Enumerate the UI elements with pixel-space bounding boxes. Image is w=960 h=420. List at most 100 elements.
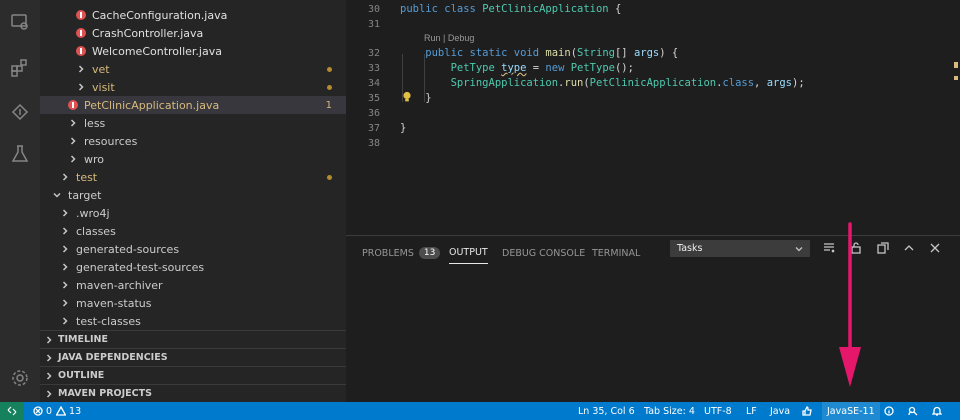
tree-item[interactable]: less <box>40 114 346 132</box>
error-icon <box>33 406 43 416</box>
code-line[interactable]: 38 <box>346 134 960 152</box>
tree-item[interactable]: WelcomeController.java <box>40 42 346 60</box>
feedback-thumbs-icon[interactable] <box>802 402 812 420</box>
tree-item[interactable]: classes <box>40 222 346 240</box>
file-encoding[interactable]: UTF-8 <box>704 402 732 420</box>
code-token: PetClinicApplication <box>589 77 717 89</box>
code-token: ); <box>792 77 805 89</box>
tree-item[interactable]: generated-sources <box>40 240 346 258</box>
chevron-right-icon <box>76 64 86 74</box>
tree-item[interactable]: generated-test-sources <box>40 258 346 276</box>
tab-output[interactable]: OUTPUT <box>449 242 488 264</box>
notifications-bell-icon[interactable] <box>932 402 942 420</box>
live-share-icon[interactable] <box>908 402 918 420</box>
codelens-run-debug[interactable]: Run | Debug <box>424 33 474 43</box>
tree-item-label: generated-test-sources <box>76 260 205 274</box>
problems-status[interactable]: 0 13 <box>33 402 81 420</box>
tree-item-label: target <box>68 188 102 202</box>
tree-item[interactable]: resources <box>40 132 346 150</box>
chevron-right-icon <box>68 136 78 146</box>
tree-item[interactable]: CacheConfiguration.java <box>40 6 346 24</box>
code-token: String <box>577 47 615 59</box>
tree-item-label: CacheConfiguration.java <box>92 8 228 22</box>
manage-gear-icon[interactable] <box>8 366 32 390</box>
code-text: public static void main(String[] args) { <box>400 47 678 59</box>
code-token: } <box>400 122 407 134</box>
sidebar-section-header[interactable]: JAVA DEPENDENCIES <box>40 348 346 366</box>
code-text: PetType type = new PetType(); <box>400 62 634 74</box>
clear-output-icon[interactable] <box>822 241 836 255</box>
chevron-right-icon <box>68 154 78 164</box>
tree-item-label: PetClinicApplication.java <box>84 98 220 112</box>
tree-item-label: visit <box>92 80 115 94</box>
sidebar-section-header[interactable]: TIMELINE <box>40 330 346 348</box>
code-token: SpringApplication <box>400 77 559 89</box>
chevron-right-icon <box>60 226 70 236</box>
code-token: (); <box>614 62 634 74</box>
error-count: 0 <box>46 405 53 417</box>
sidebar-section-header[interactable]: OUTLINE <box>40 366 346 384</box>
end-of-line[interactable]: LF <box>746 402 757 420</box>
sidebar-section-header[interactable]: MAVEN PROJECTS <box>40 384 346 402</box>
output-channel-value: Tasks <box>677 243 703 254</box>
tree-item-label: maven-archiver <box>76 278 163 292</box>
tree-item[interactable]: PetClinicApplication.java 1 <box>40 96 346 114</box>
status-bar: 0 13 Ln 35, Col 6 Tab Size: 4 UTF-8 LF J… <box>0 402 960 420</box>
code-token: PetType <box>400 62 502 74</box>
code-token: new <box>545 62 571 74</box>
chevron-right-icon <box>44 389 54 399</box>
line-number: 37 <box>367 122 380 134</box>
code-token: public <box>400 3 445 15</box>
language-mode[interactable]: Java <box>770 402 790 420</box>
remote-indicator-icon[interactable] <box>0 402 24 420</box>
tree-item[interactable]: maven-status <box>40 294 346 312</box>
code-token: class <box>444 3 483 15</box>
section-title: JAVA DEPENDENCIES <box>58 352 168 363</box>
tree-item[interactable]: CrashController.java <box>40 24 346 42</box>
tree-item[interactable]: .wro4j <box>40 204 346 222</box>
tree-item[interactable]: target <box>40 186 346 204</box>
maximize-panel-chevron-up-icon[interactable] <box>902 241 916 255</box>
close-panel-icon[interactable] <box>928 241 942 255</box>
tab-size[interactable]: Tab Size: 4 <box>644 402 695 420</box>
lightbulb-icon[interactable] <box>402 91 412 103</box>
code-token: run <box>564 77 584 89</box>
code-token: [] <box>614 47 634 59</box>
java-status-info-icon[interactable] <box>884 402 894 420</box>
extensions-icon[interactable] <box>8 56 32 80</box>
tab-problems[interactable]: PROBLEMS 13 <box>362 242 441 264</box>
tab-terminal[interactable]: TERMINAL <box>592 242 640 264</box>
code-token: class <box>722 77 755 89</box>
annotation-arrow-down-icon <box>839 222 861 387</box>
open-in-editor-icon[interactable] <box>876 241 890 255</box>
tree-item[interactable]: test-classes <box>40 312 346 330</box>
chevron-right-icon <box>60 298 70 308</box>
tree-item[interactable]: vet <box>40 60 346 78</box>
output-channel-select[interactable]: Tasks <box>670 240 810 257</box>
testing-icon[interactable] <box>8 142 32 166</box>
problems-count-badge: 13 <box>418 247 441 259</box>
tree-item[interactable]: test <box>40 168 346 186</box>
code-line[interactable]: 31 <box>346 15 960 33</box>
tree-item-label: wro <box>84 152 105 166</box>
error-file-icon <box>76 10 86 20</box>
code-editor[interactable]: Run | Debug 30 public class PetClinicAppl… <box>346 0 960 235</box>
java-runtime-selector[interactable]: JavaSE-11 <box>822 402 880 420</box>
tree-item-label: less <box>84 116 106 130</box>
code-token: public static void <box>400 47 546 59</box>
section-title: MAVEN PROJECTS <box>58 388 152 399</box>
tab-debug-console[interactable]: DEBUG CONSOLE <box>502 242 585 264</box>
remote-explorer-icon[interactable] <box>8 10 32 34</box>
tree-item[interactable]: visit <box>40 78 346 96</box>
tree-item[interactable]: wro <box>40 150 346 168</box>
tree-item-label: resources <box>84 134 138 148</box>
line-number: 36 <box>367 107 380 119</box>
tree-item[interactable]: maven-archiver <box>40 276 346 294</box>
chevron-right-icon <box>44 335 54 345</box>
chevron-right-icon <box>60 208 70 218</box>
source-control-icon[interactable] <box>8 100 32 124</box>
code-token: main <box>545 47 571 59</box>
line-number: 30 <box>367 3 380 15</box>
cursor-position[interactable]: Ln 35, Col 6 <box>578 402 635 420</box>
tree-item-label: classes <box>76 224 116 238</box>
